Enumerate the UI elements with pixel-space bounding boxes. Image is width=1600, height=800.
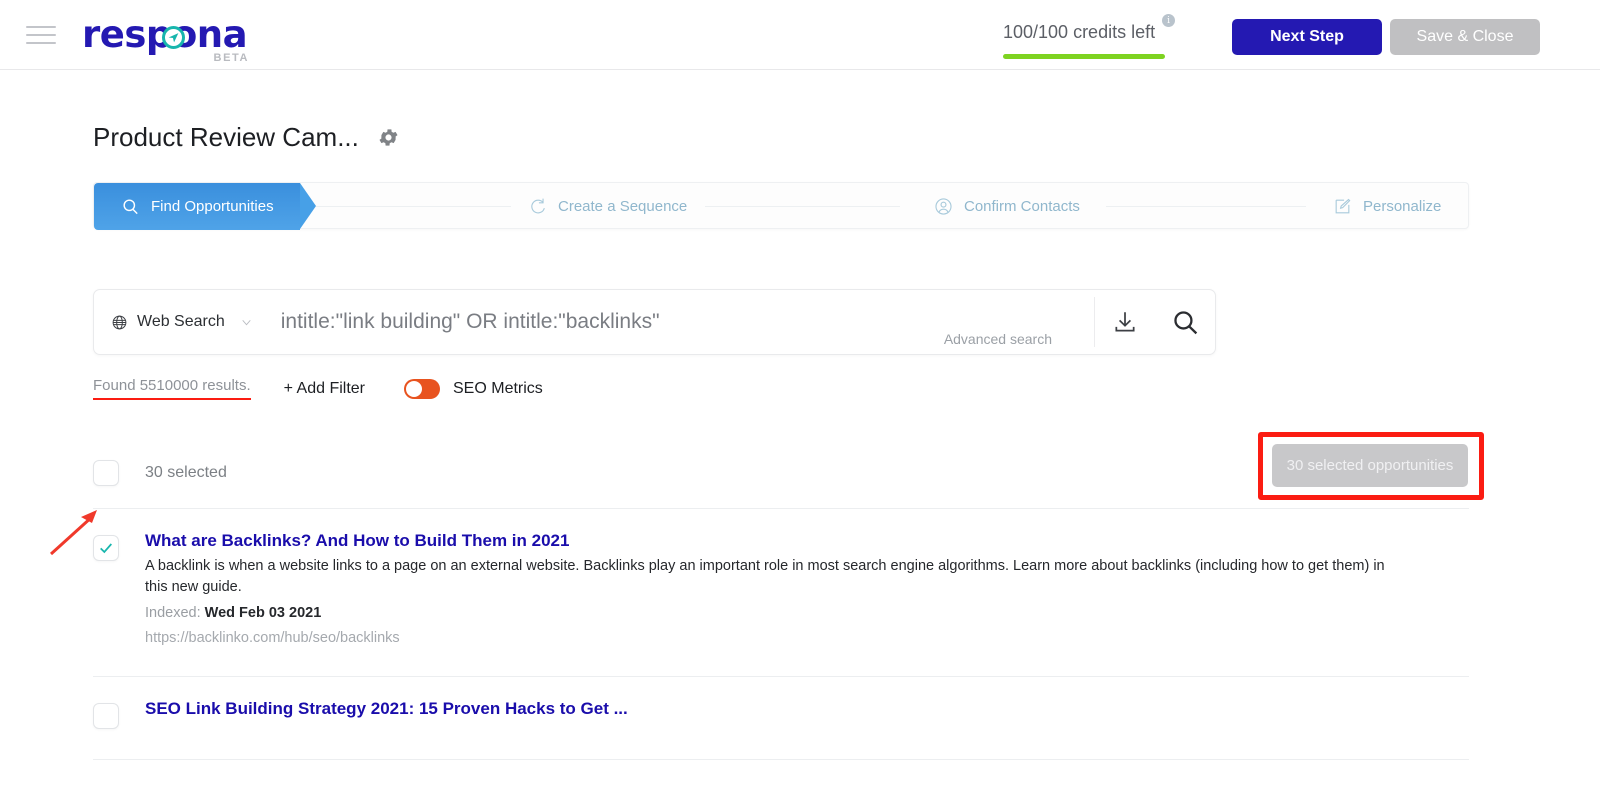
globe-icon	[111, 314, 128, 331]
gear-icon[interactable]	[377, 126, 400, 149]
result-indexed-date: Indexed: Wed Feb 03 2021	[145, 605, 1469, 621]
results-count-label: Found 5510000 results.	[93, 377, 251, 400]
stepper-step-label: Confirm Contacts	[964, 198, 1080, 215]
result-row: What are Backlinks? And How to Build The…	[49, 509, 1469, 678]
campaign-header: Product Review Cam...	[93, 122, 1600, 153]
stepper-step-label: Find Opportunities	[151, 198, 274, 215]
credits-indicator: 100/100 credits left i	[1003, 14, 1176, 43]
stepper-step-label: Personalize	[1363, 198, 1442, 215]
hamburger-bar	[26, 41, 56, 44]
stepper-connector	[1106, 206, 1306, 207]
campaign-stepper: Find Opportunities Create a Sequence Con…	[93, 182, 1469, 230]
stepper-step-personalize[interactable]: Personalize	[1333, 197, 1441, 216]
result-snippet: A backlink is when a website links to a …	[145, 558, 1385, 595]
stepper-step-find-opportunities[interactable]: Find Opportunities	[94, 183, 316, 230]
user-circle-icon	[934, 197, 953, 216]
chevron-down-icon[interactable]	[240, 316, 253, 329]
hamburger-bar	[26, 33, 56, 36]
search-submit-button[interactable]	[1155, 289, 1215, 355]
stepper-connector	[316, 206, 511, 207]
edit-pencil-icon	[1333, 197, 1352, 216]
next-step-button[interactable]: Next Step	[1232, 19, 1382, 55]
search-source-selector[interactable]: Web Search	[111, 313, 253, 331]
info-icon[interactable]: i	[1162, 14, 1176, 27]
stepper-connector	[705, 206, 900, 207]
hamburger-menu-icon[interactable]	[26, 25, 56, 44]
save-and-close-button[interactable]: Save & Close	[1390, 19, 1540, 55]
select-all-label: 30 selected	[145, 464, 227, 481]
stepper-step-create-a-sequence[interactable]: Create a Sequence	[528, 197, 687, 216]
search-icon	[121, 197, 140, 216]
credits-label: 100/100 credits left	[1003, 22, 1156, 42]
advanced-search-link[interactable]: Advanced search	[944, 331, 1052, 347]
hamburger-bar	[26, 25, 56, 28]
search-source-label: Web Search	[137, 313, 225, 330]
selected-opportunities-button[interactable]: 30 selected opportunities	[1272, 444, 1468, 487]
add-filter-button[interactable]: + Add Filter	[284, 380, 365, 398]
refresh-icon	[528, 197, 547, 216]
select-all-checkbox[interactable]	[93, 460, 119, 486]
stepper-step-label: Create a Sequence	[558, 198, 688, 215]
result-checkbox[interactable]	[93, 703, 119, 730]
red-arrow-annotation	[45, 506, 105, 558]
result-body: SEO Link Building Strategy 2021: 15 Prov…	[145, 699, 1469, 729]
respona-logo[interactable]: respona BETA	[82, 16, 248, 64]
filter-row: Found 5510000 results. + Add Filter SEO …	[93, 377, 1600, 400]
credits-progress-bar	[1003, 54, 1165, 59]
indexed-value: Wed Feb 03 2021	[204, 605, 322, 622]
logo-beta-label: BETA	[213, 52, 250, 64]
result-url: https://backlinko.com/hub/seo/backlinks	[145, 630, 400, 647]
result-body: What are Backlinks? And How to Build The…	[145, 531, 1469, 646]
page-title: Product Review Cam...	[93, 122, 359, 152]
stepper-step-confirm-contacts[interactable]: Confirm Contacts	[934, 197, 1080, 216]
result-title-link[interactable]: What are Backlinks? And How to Build The…	[145, 531, 569, 551]
logo-mark-icon	[162, 26, 185, 49]
seo-metrics-label: SEO Metrics	[453, 379, 543, 397]
indexed-label: Indexed:	[145, 605, 201, 622]
page-content: Product Review Cam... Find Opportunities…	[0, 122, 1600, 761]
search-bar: Web Search Advanced search	[93, 289, 1216, 355]
toggle-switch[interactable]	[404, 378, 440, 399]
seo-metrics-toggle[interactable]: SEO Metrics	[404, 378, 543, 399]
result-title-link[interactable]: SEO Link Building Strategy 2021: 15 Prov…	[145, 699, 628, 719]
result-row: SEO Link Building Strategy 2021: 15 Prov…	[93, 677, 1469, 761]
top-bar: respona BETA 100/100 credits left i Next…	[0, 0, 1600, 70]
download-icon[interactable]	[1095, 289, 1155, 355]
